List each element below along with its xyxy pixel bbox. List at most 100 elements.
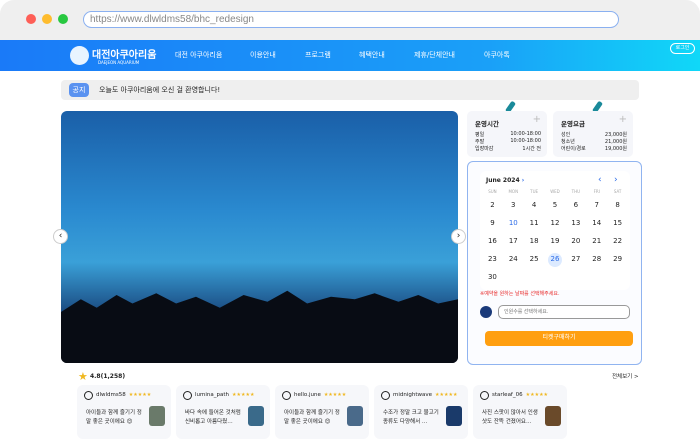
nav-item[interactable]: 대전 아쿠아리움 xyxy=(175,50,222,60)
calendar-day[interactable]: 30 xyxy=(482,271,503,289)
calendar-day[interactable]: 4 xyxy=(524,199,545,217)
login-button[interactable]: 로그인 xyxy=(670,43,695,54)
value: 1시간 전 xyxy=(522,146,541,152)
calendar-day[interactable]: 10 xyxy=(503,217,524,235)
rating-summary: ★ 4.8(1,258) xyxy=(78,370,125,383)
label: 청소년 xyxy=(561,139,575,145)
review-thumbnail[interactable] xyxy=(248,406,264,426)
date-warning: ※예약을 원하는 날짜를 선택해주세요. xyxy=(480,291,560,297)
maximize-window-button[interactable] xyxy=(58,14,68,24)
notice-tag: 공지 xyxy=(69,83,89,97)
weekday-label: TUE xyxy=(530,189,539,194)
hours-title: 운영시간 xyxy=(475,120,499,128)
review-card[interactable]: hello.june ★★★★★ 아이들과 함께 즐기기 정말 좋은 곳이에요 😊 xyxy=(275,385,369,439)
review-user: lumina_path ★★★★★ xyxy=(195,392,255,398)
close-window-button[interactable] xyxy=(26,14,36,24)
review-thumbnail[interactable] xyxy=(347,406,363,426)
calendar-day[interactable]: 17 xyxy=(503,235,524,253)
calendar-month[interactable]: June 2024 › xyxy=(486,177,524,184)
review-text: 아이들과 함께 즐기기 정말 좋은 곳이에요 😊 xyxy=(86,410,142,425)
rating-value: 4.8(1,258) xyxy=(89,373,126,380)
nav-item[interactable]: 제휴/단체안내 xyxy=(414,50,455,60)
nav-item[interactable]: 프로그램 xyxy=(305,50,331,60)
review-thumbnail[interactable] xyxy=(149,406,165,426)
calendar-day[interactable]: 5 xyxy=(545,199,566,217)
prev-month-button[interactable]: ‹ xyxy=(598,175,602,185)
calendar-day[interactable]: 14 xyxy=(586,217,607,235)
review-text: 아이들과 함께 즐기기 정말 좋은 곳이에요 😊 xyxy=(284,410,340,425)
weekday-label: MON xyxy=(508,189,519,194)
fees-card: 운영요금 + 성인 23,000원 청소년 21,000원 어린이/경로 19,000… xyxy=(553,111,633,157)
calendar-day[interactable]: 25 xyxy=(524,253,545,271)
review-text: 바다 속에 들어온 것처럼 신비롭고 아름다웠… xyxy=(185,410,241,425)
label: 어린이/경로 xyxy=(561,146,586,152)
user-avatar-icon xyxy=(84,391,93,400)
nav-item[interactable]: 이용안내 xyxy=(250,50,276,60)
main-nav: 대전아쿠아리움 DAEJEON AQUARIUM 대전 아쿠아리움 이용안내 프… xyxy=(0,40,700,71)
calendar-day[interactable]: 22 xyxy=(607,235,628,253)
notice-message[interactable]: 오늘도 아쿠아리움에 오신 걸 환영합니다! xyxy=(99,85,220,95)
view-all-link[interactable]: 전체보기 > xyxy=(612,372,639,380)
browser-chrome: https://www.dlwldms58/bhc_redesign xyxy=(0,0,700,40)
review-stars: ★★★★★ xyxy=(435,392,458,398)
review-text: 수조가 정말 크고 물고기 종류도 다양해서 … xyxy=(383,410,439,425)
prev-slide-button[interactable]: ‹ xyxy=(53,229,68,244)
calendar-day[interactable]: 8 xyxy=(607,199,628,217)
minimize-window-button[interactable] xyxy=(42,14,52,24)
calendar-day[interactable]: 19 xyxy=(545,235,566,253)
calendar-day[interactable]: 16 xyxy=(482,235,503,253)
calendar-day[interactable]: 13 xyxy=(565,217,586,235)
calendar-day[interactable]: 7 xyxy=(586,199,607,217)
next-slide-button[interactable]: › xyxy=(451,229,466,244)
review-card[interactable]: midnightwave ★★★★★ 수조가 정말 크고 물고기 종류도 다양해서 … xyxy=(374,385,468,439)
calendar-day[interactable]: 3 xyxy=(503,199,524,217)
expand-icon[interactable]: + xyxy=(619,114,627,125)
calendar-day[interactable]: 9 xyxy=(482,217,503,235)
review-thumbnail[interactable] xyxy=(446,406,462,426)
calendar-day[interactable]: 15 xyxy=(607,217,628,235)
review-thumbnail[interactable] xyxy=(545,406,561,426)
value: 21,000원 xyxy=(604,139,627,145)
user-avatar-icon xyxy=(282,391,291,400)
people-input[interactable] xyxy=(498,305,630,319)
label: 평일 xyxy=(475,132,485,138)
value: 10:00-18:00 xyxy=(510,131,541,137)
calendar-day[interactable]: 24 xyxy=(503,253,524,271)
calendar-day[interactable]: 11 xyxy=(524,217,545,235)
weekday-label: SUN xyxy=(488,189,497,194)
calendar-day[interactable]: 20 xyxy=(565,235,586,253)
review-card[interactable]: lumina_path ★★★★★ 바다 속에 들어온 것처럼 신비롭고 아름다웠… xyxy=(176,385,270,439)
nav-item[interactable]: 혜택안내 xyxy=(359,50,385,60)
calendar-day[interactable]: 28 xyxy=(586,253,607,271)
weekday-label: WED xyxy=(550,189,560,194)
calendar-day[interactable]: 18 xyxy=(524,235,545,253)
weekday-label: THU xyxy=(571,189,581,194)
review-card[interactable]: starleaf_06 ★★★★★ 사진 스팟이 많아서 인생샷도 잔뜩 건졌어요… xyxy=(473,385,567,439)
calendar-day[interactable]: 12 xyxy=(545,217,566,235)
fees-title: 운영요금 xyxy=(561,120,585,128)
expand-icon[interactable]: + xyxy=(533,114,541,125)
weekday-label: SAT xyxy=(613,189,622,194)
logo-title: 대전아쿠아리움 xyxy=(92,50,157,61)
calendar-day[interactable]: 26 xyxy=(545,253,566,271)
review-stars: ★★★★★ xyxy=(128,392,152,398)
review-card[interactable]: dlwldms58 ★★★★★ 아이들과 함께 즐기기 정말 좋은 곳이에요 😊 xyxy=(77,385,171,439)
calendar-day[interactable]: 27 xyxy=(565,253,586,271)
user-avatar-icon xyxy=(480,391,489,400)
label: 주말 xyxy=(475,139,485,145)
calendar-day[interactable]: 2 xyxy=(482,199,503,217)
hero-image xyxy=(61,111,458,363)
calendar-grid: SUN MON TUE WED THU FRI SAT 2 3 4 5 6 7 8 9 10 11 12 13 14 1… xyxy=(482,189,628,289)
buy-ticket-button[interactable]: 티켓구매하기 xyxy=(485,331,633,346)
review-stars: ★★★★★ xyxy=(232,392,255,398)
calendar-day[interactable]: 21 xyxy=(586,235,607,253)
review-user: midnightwave ★★★★★ xyxy=(393,392,458,398)
nav-item[interactable]: 아쿠아톡 xyxy=(484,50,510,60)
logo-subtitle: DAEJEON AQUARIUM xyxy=(98,60,140,65)
url-bar[interactable]: https://www.dlwldms58/bhc_redesign xyxy=(83,11,619,28)
calendar-day[interactable]: 6 xyxy=(565,199,586,217)
next-month-button[interactable]: › xyxy=(614,175,618,185)
review-user: hello.june ★★★★★ xyxy=(294,392,347,398)
calendar-day[interactable]: 23 xyxy=(482,253,503,271)
calendar-day[interactable]: 29 xyxy=(607,253,628,271)
